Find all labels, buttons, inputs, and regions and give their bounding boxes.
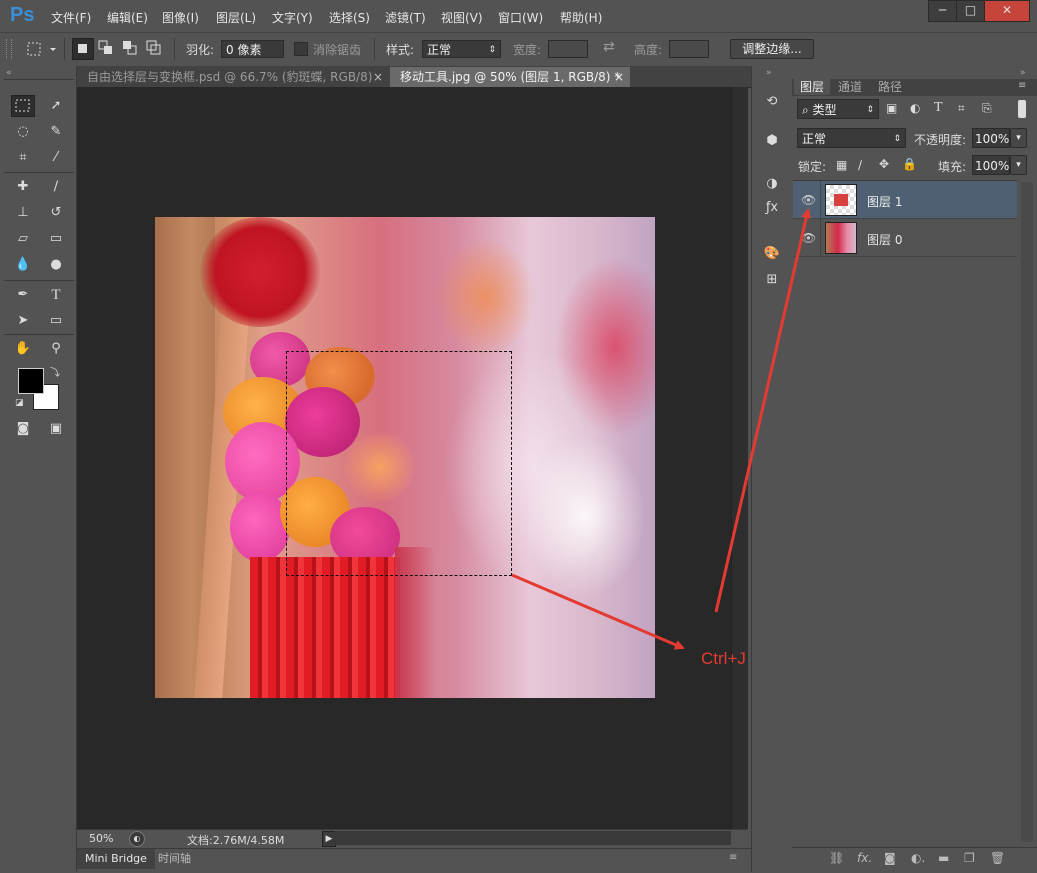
annotation-arrow-to-shortcut xyxy=(511,573,685,650)
annotation-overlay xyxy=(511,208,812,650)
shortcut-annotation: Ctrl+J xyxy=(701,649,746,668)
annotation-arrow-to-layer xyxy=(714,208,812,613)
